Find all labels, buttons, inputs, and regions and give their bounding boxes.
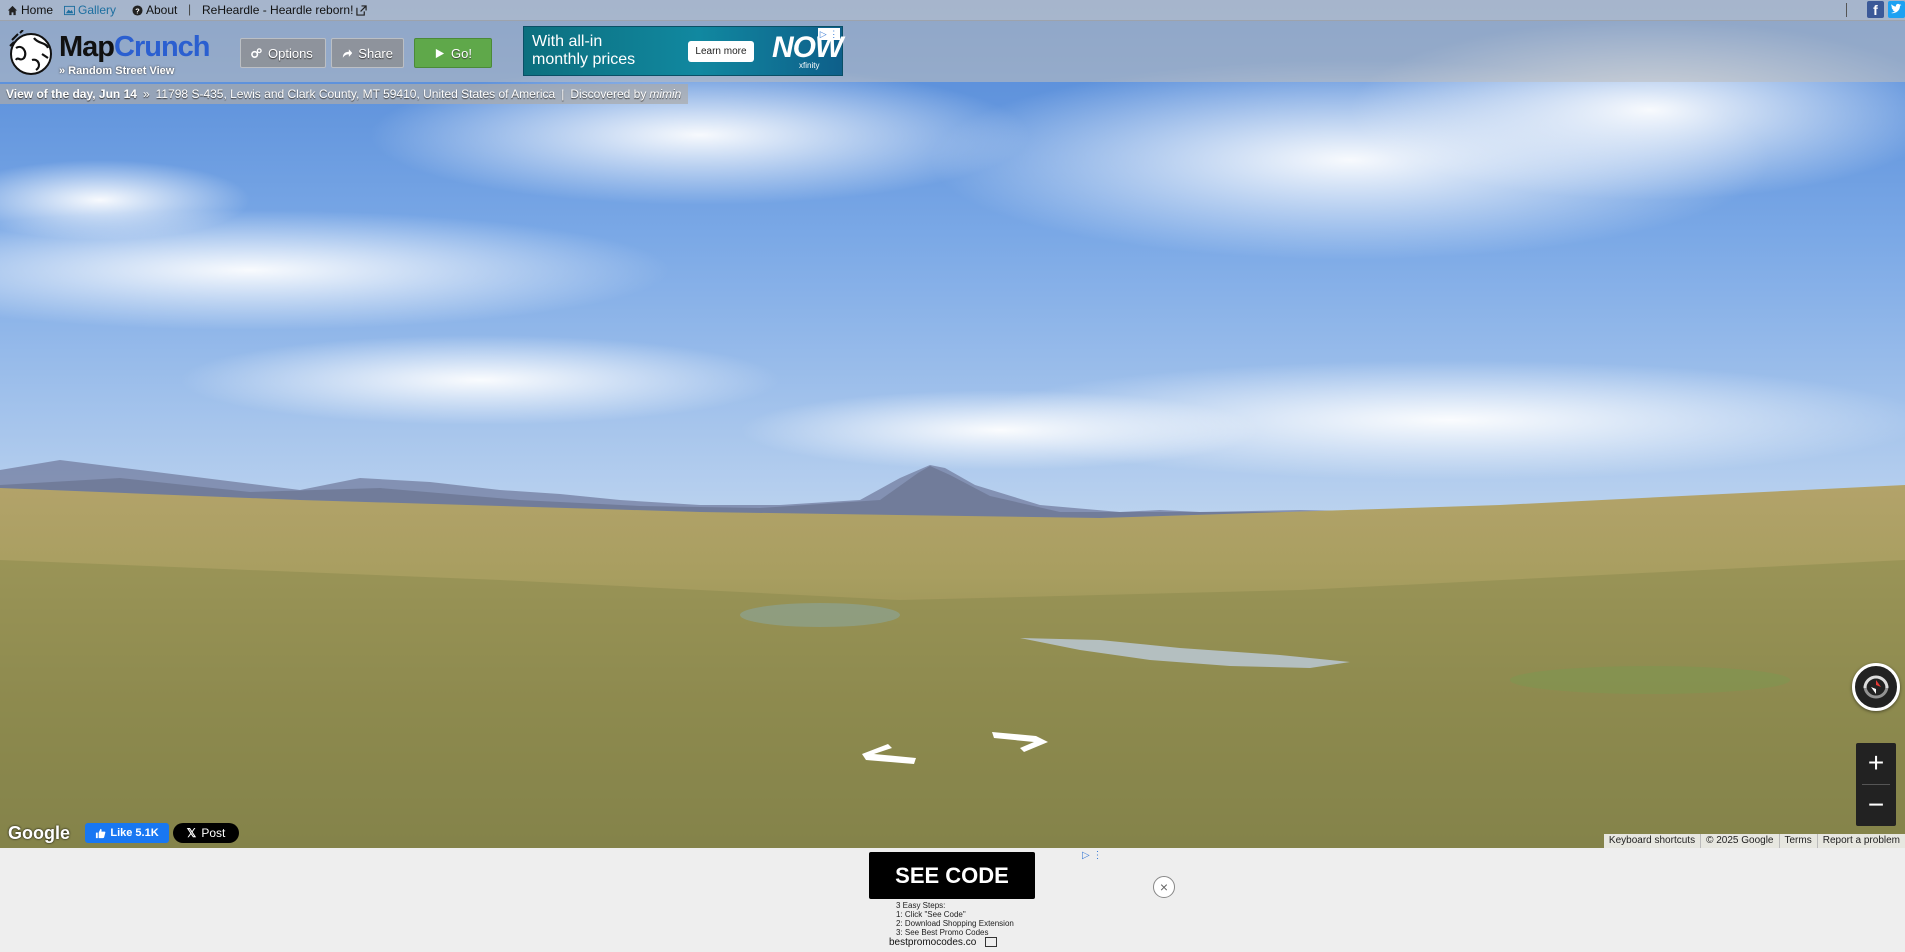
move-forward-arrow[interactable] (990, 730, 1050, 754)
go-label: Go! (451, 45, 472, 61)
ad-learn-more-button[interactable]: Learn more (688, 41, 754, 62)
panorama-image[interactable] (0, 0, 1905, 848)
google-footer: Keyboard shortcuts © 2025 Google Terms R… (1603, 834, 1905, 848)
terms-link[interactable]: Terms (1778, 834, 1817, 848)
share-label: Share (358, 45, 393, 61)
nav-home-label: Home (21, 3, 54, 17)
nav-home-link[interactable]: Home (7, 3, 53, 17)
street-view-panorama[interactable] (0, 0, 1905, 848)
ad-close-icon[interactable]: × (1153, 876, 1175, 898)
mapcrunch-logo[interactable]: MapCrunch » Random Street View (8, 28, 210, 78)
share-arrow-icon (342, 48, 353, 58)
go-button[interactable]: Go! (414, 38, 492, 68)
twitter-icon[interactable] (1888, 1, 1905, 18)
zoom-control: + − (1856, 743, 1896, 826)
report-problem-link[interactable]: Report a problem (1816, 834, 1905, 848)
view-of-day-label[interactable]: View of the day, Jun 14 (6, 87, 137, 101)
external-link-icon (356, 4, 368, 16)
discoverer-name[interactable]: mimin (649, 87, 681, 101)
facebook-icon[interactable]: f (1867, 1, 1884, 18)
nav-separator: | (188, 2, 192, 16)
nav-gallery-link[interactable]: Gallery (64, 3, 116, 17)
adchoices-icon[interactable]: ▷ ⋮ (818, 28, 840, 40)
globe-logo-icon (9, 30, 52, 75)
thumbs-up-icon (96, 828, 106, 838)
nav-gallery-label: Gallery (78, 3, 117, 17)
top-advertisement[interactable]: With all-in monthly prices Learn more NO… (523, 26, 843, 76)
svg-text:?: ? (135, 6, 140, 15)
home-icon (7, 5, 18, 15)
gears-icon (251, 47, 262, 58)
x-post-label: Post (201, 826, 226, 840)
options-button[interactable]: Options (240, 38, 326, 68)
copyright-text: © 2025 Google (1700, 834, 1778, 848)
nav-reheardle-link[interactable]: ReHeardle - Heardle reborn! (202, 3, 368, 17)
ad-domain-link[interactable]: bestpromocodes.co (889, 937, 998, 948)
qr-code-icon (985, 937, 998, 948)
nav-reheardle-label: ReHeardle - Heardle reborn! (202, 3, 354, 17)
logo-tagline: » Random Street View (59, 65, 175, 77)
compass-control[interactable] (1852, 663, 1900, 711)
fb-like-label: Like 5.1K (110, 827, 159, 839)
adchoices-icon[interactable]: ▷ ⋮ (1082, 850, 1112, 864)
x-post-button[interactable]: 𝕏 Post (173, 823, 239, 843)
ad-brand-sub: xfinity (799, 61, 820, 70)
image-icon (64, 5, 75, 15)
top-navigation-bar: Home Gallery ? About | ReHeardle - Heard… (0, 0, 1905, 21)
logo-wordmark: MapCrunch (59, 31, 210, 63)
question-circle-icon: ? (132, 4, 143, 16)
zoom-in-button[interactable]: + (1856, 743, 1896, 784)
share-button[interactable]: Share (331, 38, 404, 68)
discovered-by-label: Discovered by (570, 87, 647, 101)
header-bar: MapCrunch » Random Street View Options S… (0, 21, 1905, 82)
nav-about-link[interactable]: ? About (132, 3, 177, 17)
compass-icon (1863, 675, 1889, 699)
facebook-like-button[interactable]: Like 5.1K (85, 823, 169, 843)
keyboard-shortcuts-link[interactable]: Keyboard shortcuts (1604, 834, 1700, 848)
zoom-out-button[interactable]: − (1856, 785, 1896, 826)
move-backward-arrow[interactable] (860, 742, 920, 766)
bottom-advertisement: SEE CODE ▷ ⋮ × 3 Easy Steps: 1: Click "S… (0, 848, 1905, 952)
x-logo-icon: 𝕏 (186, 826, 197, 840)
location-address: 11798 S-435, Lewis and Clark County, MT … (155, 87, 556, 101)
social-divider (1846, 2, 1847, 17)
ad-headline: With all-in monthly prices (532, 33, 636, 68)
options-label: Options (268, 45, 313, 61)
google-logo[interactable]: Google (8, 823, 70, 844)
social-links: f (1846, 1, 1905, 18)
play-icon (435, 48, 445, 58)
nav-about-label: About (146, 3, 178, 17)
location-bar: View of the day, Jun 14 » 11798 S-435, L… (0, 84, 688, 104)
location-chevron: » (142, 87, 150, 101)
location-divider: | (561, 87, 565, 101)
see-code-button[interactable]: SEE CODE (869, 852, 1035, 899)
ad-steps-text: 3 Easy Steps: 1: Click "See Code" 2: Dow… (896, 901, 1014, 937)
